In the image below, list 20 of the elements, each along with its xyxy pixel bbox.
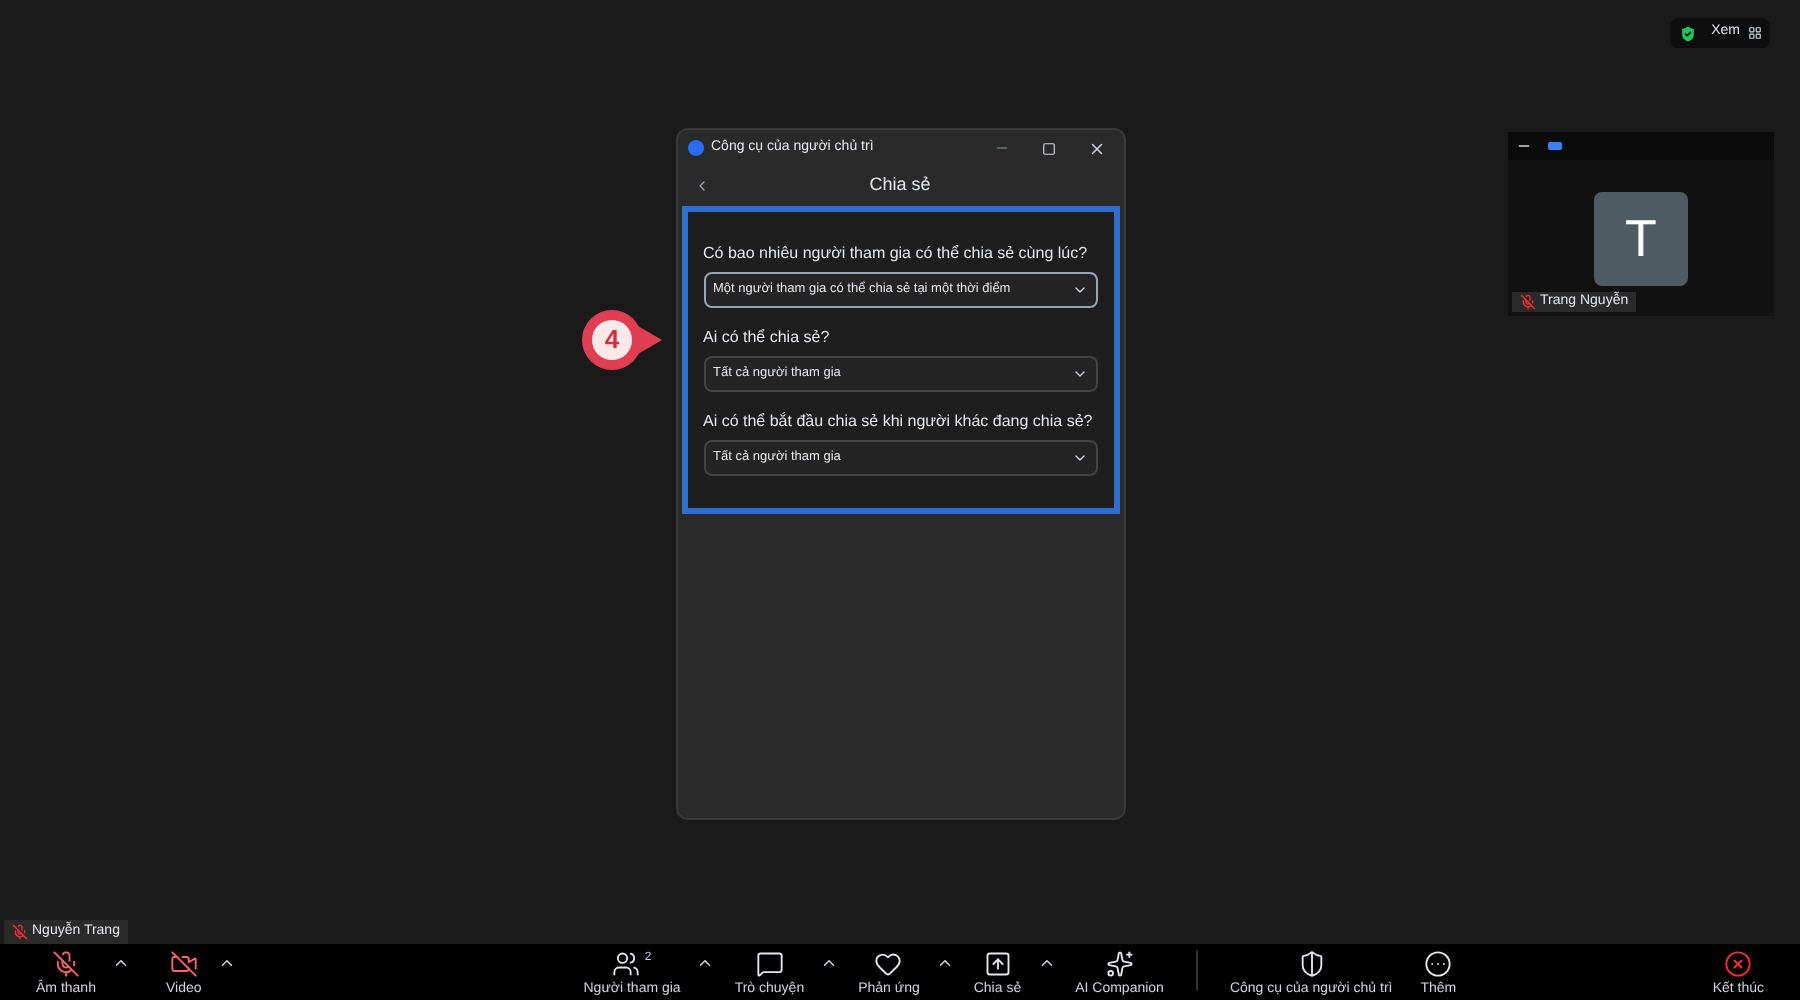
app-logo-icon bbox=[687, 140, 703, 156]
section-header: Chia sẻ bbox=[867, 172, 933, 199]
caret-icon[interactable] bbox=[111, 954, 130, 972]
close-icon[interactable] bbox=[1087, 139, 1105, 157]
maximize-icon[interactable] bbox=[1041, 141, 1055, 155]
shield-check-icon bbox=[1678, 23, 1698, 43]
caret-icon[interactable] bbox=[1037, 954, 1056, 972]
layout-icon[interactable] bbox=[1548, 142, 1562, 150]
caret-icon[interactable] bbox=[820, 954, 839, 972]
caret-icon[interactable] bbox=[217, 954, 236, 972]
caret-icon[interactable] bbox=[935, 954, 954, 972]
grid-icon bbox=[1748, 26, 1762, 40]
field-label: Ai có thể chia sẻ? bbox=[703, 326, 832, 350]
chevron-icon bbox=[1071, 450, 1087, 466]
chevron-icon bbox=[1071, 366, 1087, 382]
field-label: Ai có thể bắt đầu chia sẻ khi người khác đang chia sẻ? bbox=[703, 410, 1095, 434]
avatar-initial: T bbox=[1594, 191, 1688, 285]
chevron-icon bbox=[1071, 282, 1087, 298]
field-label: Có bao nhiêu người tham gia có thể chia sẻ cùng lúc? bbox=[703, 242, 1090, 266]
caret-icon[interactable] bbox=[696, 954, 715, 972]
